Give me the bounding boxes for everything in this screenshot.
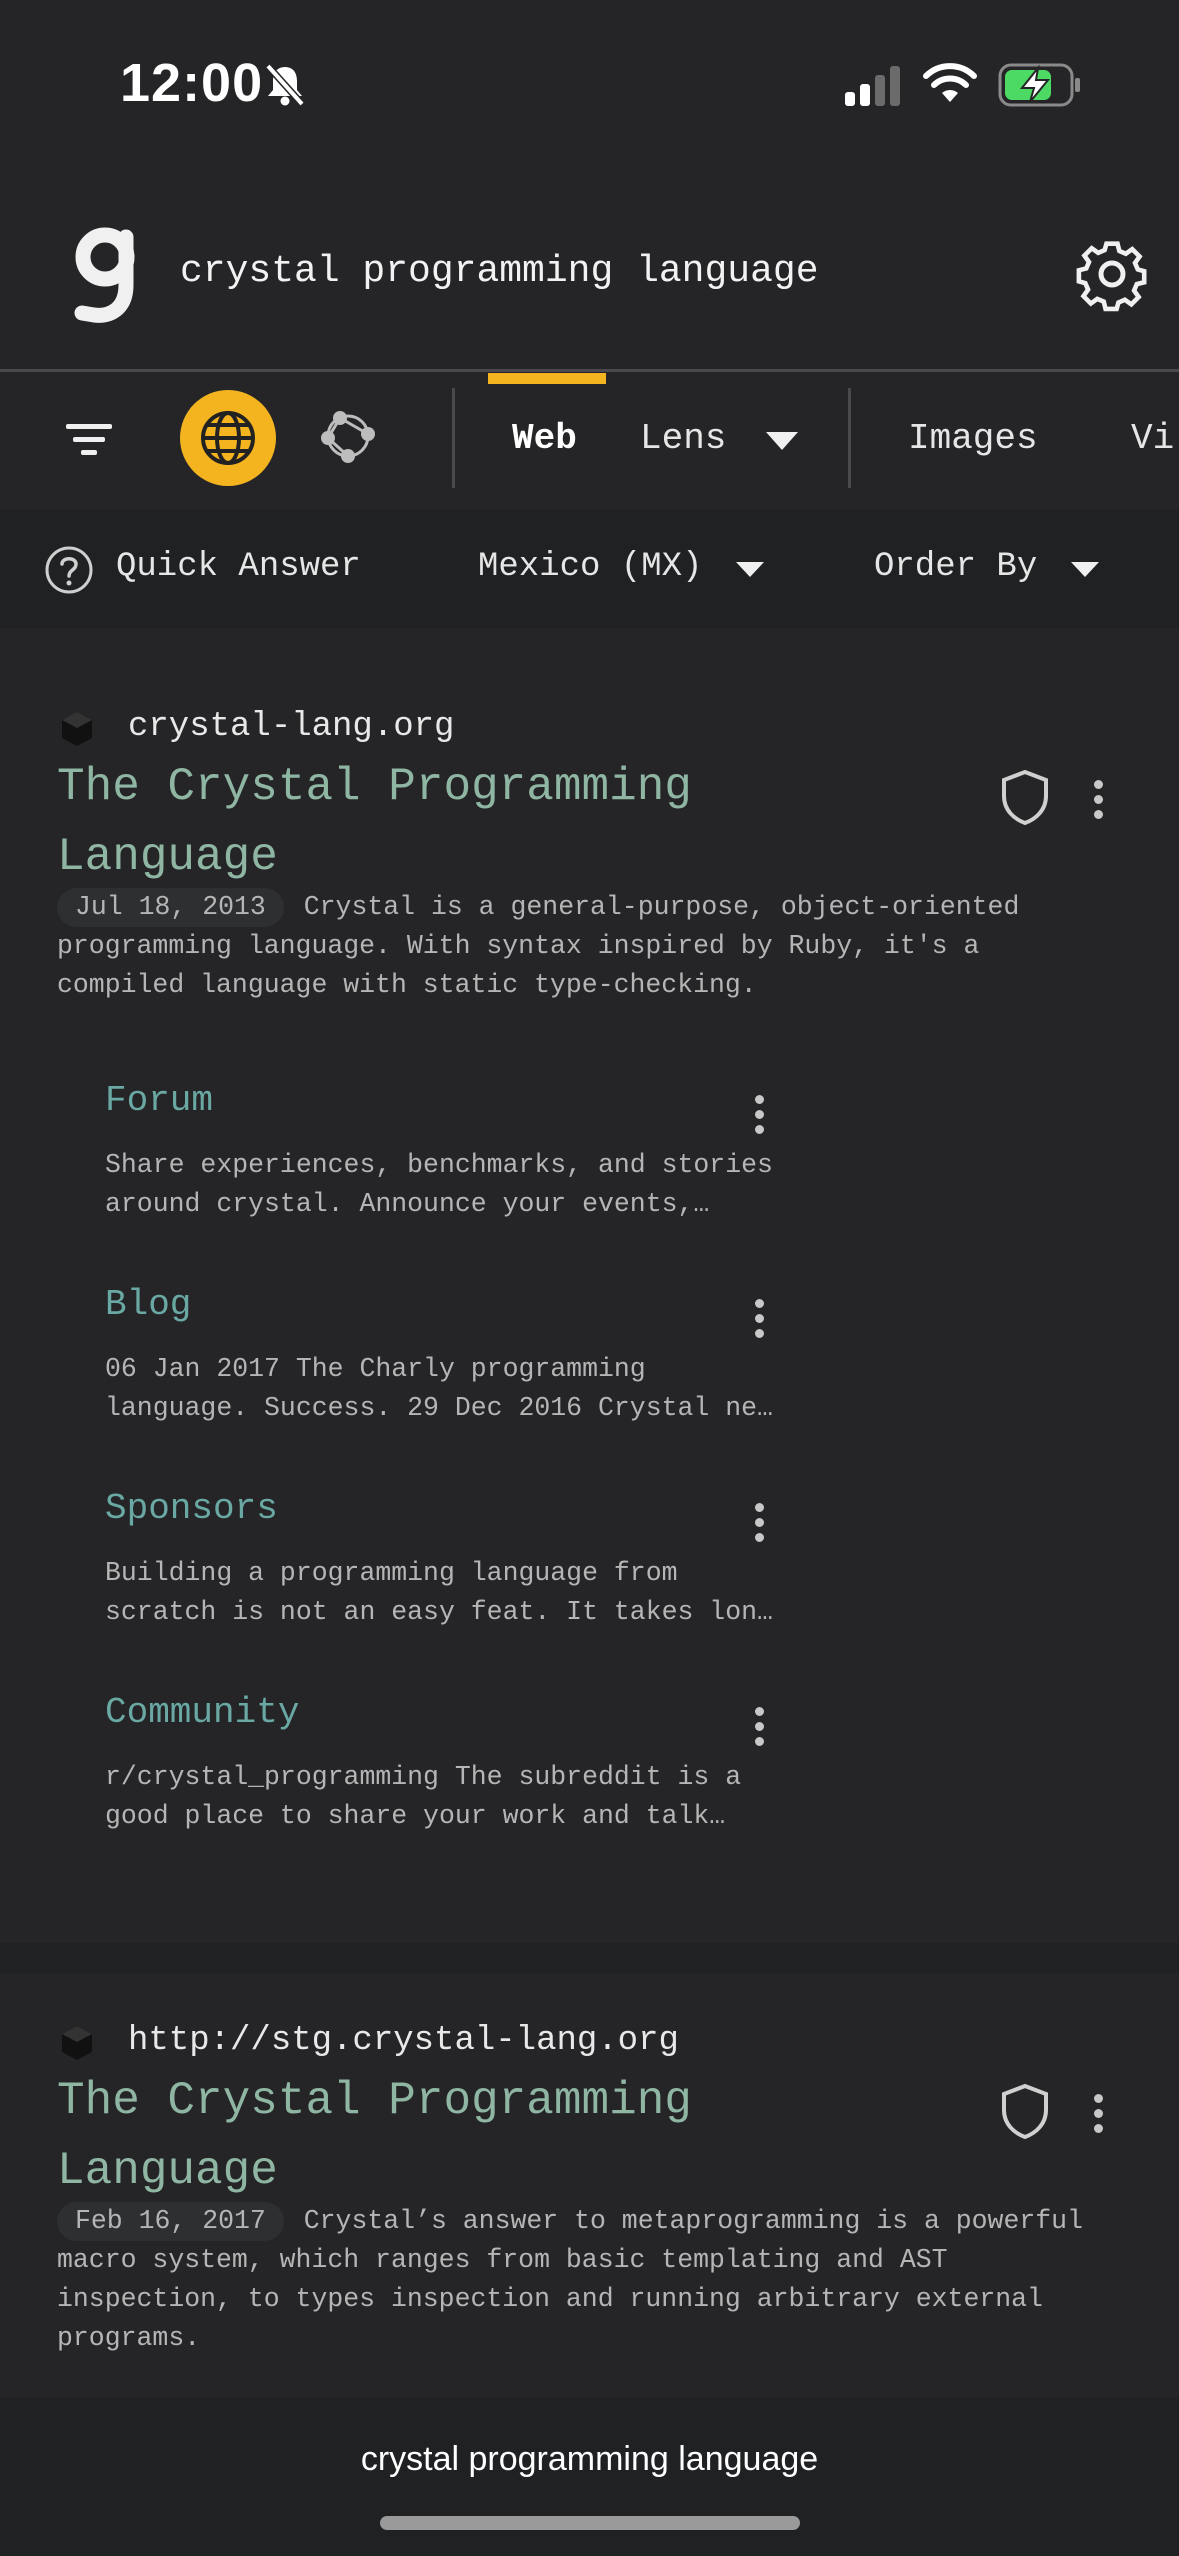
chevron-down-icon[interactable] [766,432,798,450]
quick-answer-toggle[interactable]: Quick Answer [116,548,361,586]
snippet-text: compiled language with static type-check… [57,970,757,1000]
snippet-text: macro system, which ranges from basic te… [57,2245,948,2275]
shield-icon[interactable] [998,2082,1052,2140]
sublink-title-blog[interactable]: Blog [105,1284,191,1325]
result-title[interactable]: The Crystal Programming Language [57,2066,692,2206]
sublink-title-community[interactable]: Community [105,1692,299,1733]
snippet-text: programming language. With syntax inspir… [57,931,980,961]
snippet-text: language. Success. 29 Dec 2016 Crystal n… [105,1393,773,1423]
wifi-icon [923,63,977,102]
snippet-text: programs. [57,2323,201,2353]
logo-g-icon [74,227,135,323]
result-title-line[interactable]: Language [57,822,692,892]
tab-lens[interactable]: Lens [640,418,726,459]
gear-icon[interactable] [1074,236,1150,312]
tab-videos[interactable]: Vi [1131,418,1174,459]
result-domain[interactable]: http://stg.crystal-lang.org [128,2022,679,2060]
result-date: Feb 16, 2017 [57,2202,284,2241]
sublink-snippet: 06 Jan 2017 The Charly programming langu… [105,1350,805,1428]
active-tab-indicator [488,373,606,384]
more-options-icon[interactable] [1094,780,1103,819]
battery-charging-icon [998,63,1080,107]
header-divider [0,369,1179,372]
bell-slash-icon [265,63,305,107]
status-time: 12:00 [120,53,264,113]
chevron-down-icon[interactable] [1071,562,1099,577]
order-by-select[interactable]: Order By [874,548,1037,586]
result-separator [0,1943,1179,1973]
result-snippet: Feb 16, 2017 Crystal’s answer to metapro… [57,2202,1137,2358]
graph-icon[interactable] [316,404,380,468]
result-title-line[interactable]: Language [57,2136,692,2206]
home-indicator[interactable] [380,2516,800,2530]
more-options-icon[interactable] [755,1299,764,1338]
snippet-text: 06 Jan 2017 The Charly programming [105,1354,646,1384]
tab-separator [848,388,851,488]
more-options-icon[interactable] [1094,2094,1103,2133]
result-title-line[interactable]: The Crystal Programming [57,752,692,822]
snippet-text: Crystal’s answer to metaprogramming is a… [303,2206,1083,2236]
snippet-text: Crystal is a general-purpose, object-ori… [303,892,1020,922]
snippet-text: Building a programming language from [105,1558,678,1588]
snippet-text: Share experiences, benchmarks, and stori… [105,1150,773,1180]
region-select[interactable]: Mexico (MX) [478,548,702,586]
globe-icon [201,411,255,465]
snippet-text: around crystal. Announce your events,… [105,1189,710,1219]
sublink-title-forum[interactable]: Forum [105,1080,213,1121]
result-date: Jul 18, 2013 [57,888,284,927]
result-snippet: Jul 18, 2013 Crystal is a general-purpos… [57,888,1137,1005]
question-icon[interactable] [44,545,94,595]
sublink-snippet: r/crystal_programming The subreddit is a… [105,1758,805,1836]
site-favicon [62,2026,92,2060]
snippet-text: good place to share your work and talk… [105,1801,726,1831]
web-mode-button[interactable] [180,390,276,486]
tab-web[interactable]: Web [512,418,577,459]
sublink-snippet: Share experiences, benchmarks, and stori… [105,1146,805,1224]
sublink-snippet: Building a programming language from scr… [105,1554,805,1632]
site-favicon [62,712,92,746]
more-options-icon[interactable] [755,1095,764,1134]
result-domain[interactable]: crystal-lang.org [128,708,454,746]
more-options-icon[interactable] [755,1503,764,1542]
search-input[interactable]: crystal programming language [180,250,819,293]
snippet-text: r/crystal_programming The subreddit is a [105,1762,742,1792]
signal-icon [845,66,900,106]
chevron-down-icon[interactable] [736,562,764,577]
tab-separator [452,388,455,488]
result-title-line[interactable]: The Crystal Programming [57,2066,692,2136]
tab-images[interactable]: Images [908,418,1038,459]
bottom-search-query[interactable]: crystal programming language [0,2440,1179,2479]
snippet-text: scratch is not an easy feat. It takes lo… [105,1597,773,1627]
snippet-text: inspection, to types inspection and runn… [57,2284,1043,2314]
more-options-icon[interactable] [755,1707,764,1746]
filter-icon[interactable] [64,420,116,460]
result-title[interactable]: The Crystal Programming Language [57,752,692,892]
sublink-title-sponsors[interactable]: Sponsors [105,1488,278,1529]
shield-icon[interactable] [998,768,1052,826]
